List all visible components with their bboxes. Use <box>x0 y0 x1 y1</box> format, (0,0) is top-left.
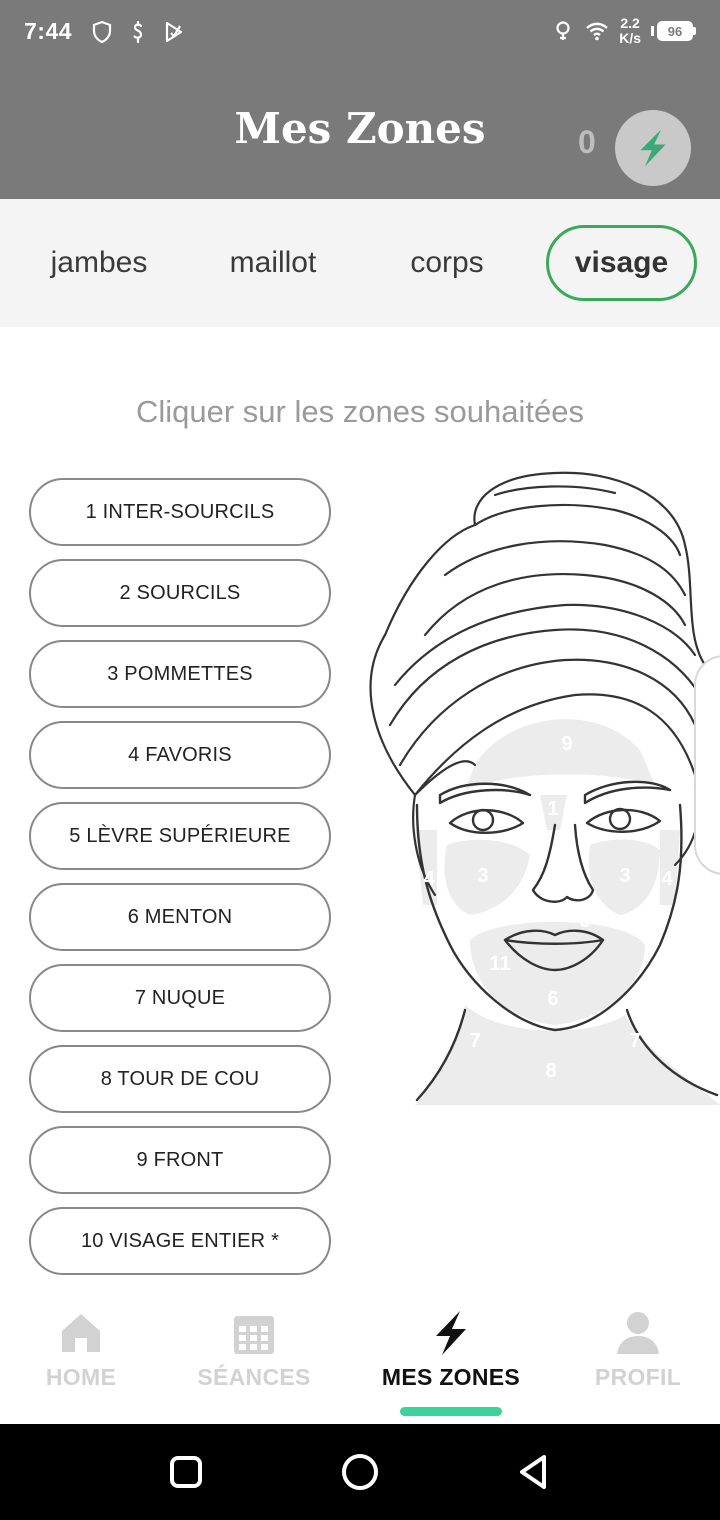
credit-button[interactable] <box>615 110 691 186</box>
screen: 7:44 2.2 K/s 96 Mes Zones 0 jambes maill… <box>0 0 720 1520</box>
zone-button-nuque[interactable]: 7 NUQUE <box>29 964 331 1032</box>
side-panel-handle[interactable] <box>694 655 720 875</box>
nav-home-label: HOME <box>45 1364 117 1390</box>
home-system-button[interactable] <box>336 1448 384 1496</box>
nav-seances-label: SÉANCES <box>197 1364 311 1390</box>
network-speed-unit: K/s <box>619 30 641 46</box>
network-speed: 2.2 K/s <box>619 16 641 46</box>
tab-visage[interactable]: visage <box>546 225 697 301</box>
network-speed-value: 2.2 <box>620 15 640 31</box>
nav-seances[interactable]: SÉANCES <box>192 1308 316 1391</box>
profile-icon <box>617 1312 659 1354</box>
tab-corps[interactable]: corps <box>372 225 522 301</box>
zone-button-favoris[interactable]: 4 FAVORIS <box>29 721 331 789</box>
face-label-cheek-left: 3 <box>477 865 488 887</box>
wifi-icon <box>586 22 609 41</box>
face-label-neck: 8 <box>545 1060 556 1082</box>
calendar-icon <box>234 1316 274 1354</box>
zone-button-visage-entier[interactable]: 10 VISAGE ENTIER * <box>29 1207 331 1275</box>
instruction-text: Cliquer sur les zones souhaitées <box>135 394 585 429</box>
tab-jambes[interactable]: jambes <box>24 225 174 301</box>
status-bar: 7:44 2.2 K/s 96 <box>0 0 720 64</box>
zone-button-front[interactable]: 9 FRONT <box>29 1126 331 1194</box>
zone-button-sourcils[interactable]: 2 SOURCILS <box>29 559 331 627</box>
face-label-upper-lip: 5 <box>579 910 590 932</box>
zone-button-levre-superieure[interactable]: 5 LÈVRE SUPÉRIEURE <box>29 802 331 870</box>
zone-button-pommettes[interactable]: 3 POMMETTES <box>29 640 331 708</box>
location-icon <box>556 21 570 40</box>
nav-mes-zones-label: MES ZONES <box>381 1364 521 1390</box>
status-system-icons: 2.2 K/s 96 <box>551 16 696 46</box>
circle-icon <box>342 1454 378 1490</box>
recent-apps-button[interactable] <box>162 1448 210 1496</box>
back-button[interactable] <box>510 1448 558 1496</box>
nav-home[interactable]: HOME <box>40 1308 122 1391</box>
face-label-cheek-right: 3 <box>619 865 630 887</box>
face-zones-illustration[interactable]: 9 1 3 3 4 4 5 11 6 7 7 8 <box>355 465 720 1110</box>
app-header: Mes Zones 0 <box>0 64 720 199</box>
zone-button-tour-de-cou[interactable]: 8 TOUR DE COU <box>29 1045 331 1113</box>
face-label-sideburn-left: 4 <box>423 868 435 890</box>
back-triangle-icon <box>520 1455 546 1489</box>
shield-icon <box>92 20 112 44</box>
system-navigation-bar <box>0 1424 720 1520</box>
battery-signal-bar <box>651 26 654 36</box>
credit-count: 0 <box>578 124 596 160</box>
tab-maillot[interactable]: maillot <box>198 225 348 301</box>
bottom-navigation: HOME SÉANCES MES ZONES PROFIL <box>0 1290 720 1424</box>
dollar-icon <box>133 20 143 44</box>
page-title: Mes Zones <box>234 104 486 153</box>
active-tab-indicator <box>400 1407 502 1416</box>
face-label-chin: 6 <box>547 988 558 1010</box>
face-label-between-brows: 1 <box>547 798 558 820</box>
battery-level: 96 <box>657 21 693 41</box>
face-label-sideburn-right: 4 <box>661 868 673 890</box>
square-icon <box>170 1456 202 1488</box>
lightning-icon <box>436 1311 466 1355</box>
zone-area-forehead[interactable] <box>465 719 655 790</box>
zone-button-inter-sourcils[interactable]: 1 INTER-SOURCILS <box>29 478 331 546</box>
nav-mes-zones[interactable]: MES ZONES <box>374 1308 528 1391</box>
battery-tip <box>693 27 696 35</box>
nav-profil[interactable]: PROFIL <box>590 1308 686 1391</box>
face-label-jaw: 11 <box>489 953 510 975</box>
status-notification-icons <box>90 20 186 44</box>
zone-category-tabs: jambes maillot corps visage <box>0 199 720 327</box>
battery-icon: 96 <box>651 21 696 41</box>
face-label-nape-left: 7 <box>469 1030 480 1052</box>
status-time: 7:44 <box>24 18 73 44</box>
face-label-forehead: 9 <box>561 733 572 755</box>
home-icon <box>62 1314 100 1352</box>
zone-button-menton[interactable]: 6 MENTON <box>29 883 331 951</box>
nav-profil-label: PROFIL <box>594 1364 682 1390</box>
play-store-icon <box>165 21 183 43</box>
face-label-nape-right: 7 <box>629 1030 640 1052</box>
lightning-icon <box>640 129 666 167</box>
zone-list: 1 INTER-SOURCILS 2 SOURCILS 3 POMMETTES … <box>29 478 331 1288</box>
